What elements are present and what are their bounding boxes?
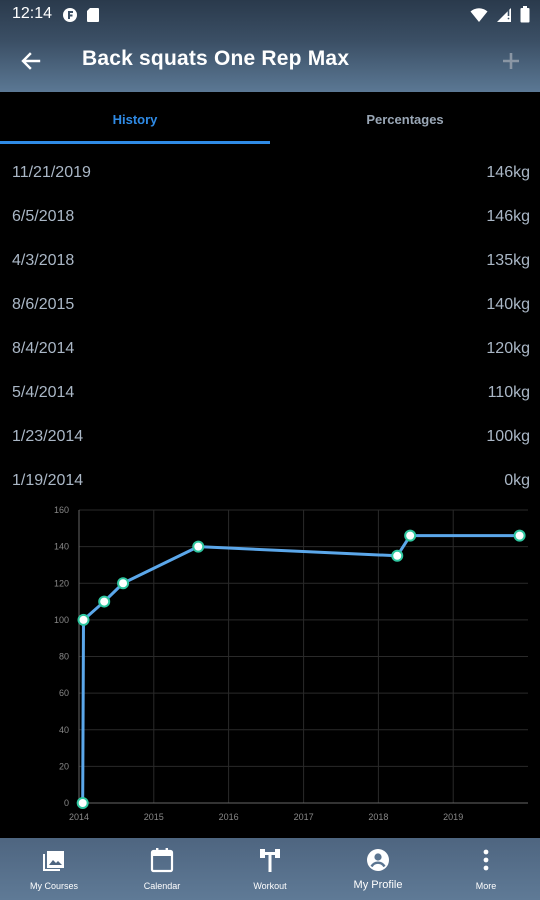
calendar-icon (150, 848, 174, 873)
x-tick-label: 2014 (69, 812, 89, 822)
status-bar: 12:14 (0, 0, 540, 30)
workout-icon (260, 849, 280, 872)
status-time: 12:14 (12, 5, 53, 22)
page-title: Back squats One Rep Max (82, 47, 350, 70)
history-date: 11/21/2019 (12, 164, 91, 181)
x-tick-label: 2018 (368, 812, 388, 822)
x-tick-label: 2016 (219, 812, 239, 822)
nav-my-courses[interactable]: My Courses (0, 838, 108, 900)
x-tick-label: 2017 (294, 812, 314, 822)
history-value: 100kg (486, 428, 530, 445)
back-button[interactable] (14, 44, 48, 78)
plus-icon (503, 53, 519, 69)
history-date: 5/4/2014 (12, 384, 75, 401)
y-tick-label: 80 (59, 652, 69, 662)
history-value: 110kg (487, 384, 530, 401)
nav-label: Workout (253, 881, 287, 891)
tab-indicator (0, 141, 270, 144)
battery-icon (520, 6, 530, 28)
header: 12:14 Back squats One Rep Max (0, 0, 540, 92)
data-point (391, 549, 404, 562)
y-tick-label: 40 (59, 725, 69, 735)
history-row[interactable]: 8/4/2014 120kg (0, 328, 540, 372)
data-point (404, 529, 417, 542)
tab-history[interactable]: History (0, 92, 270, 146)
y-tick-label: 20 (59, 761, 69, 771)
y-tick-label: 120 (54, 578, 69, 588)
arrow-left-icon (21, 52, 41, 70)
data-point (513, 529, 526, 542)
history-row[interactable]: 11/21/2019 146kg (0, 152, 540, 196)
bottom-nav: My Courses Calendar Workout My Profile M… (0, 838, 540, 900)
history-value: 120kg (486, 340, 530, 357)
nav-label: My Profile (353, 879, 403, 891)
profile-icon (367, 849, 389, 871)
history-date: 8/4/2014 (12, 340, 75, 357)
y-tick-label: 60 (59, 688, 69, 698)
y-tick-label: 100 (54, 615, 69, 625)
y-tick-label: 140 (54, 542, 69, 552)
series-line (81, 534, 520, 804)
history-value: 135kg (486, 252, 530, 269)
image-icon (43, 851, 64, 871)
nav-label: Calendar (143, 881, 181, 891)
signal-icon (496, 7, 512, 28)
history-row[interactable]: 5/4/2014 110kg (0, 372, 540, 416)
history-value: 140kg (486, 296, 530, 313)
history-date: 4/3/2018 (12, 252, 75, 269)
history-row[interactable]: 1/23/2014 100kg (0, 416, 540, 460)
y-tick-label: 160 (54, 505, 69, 515)
data-point (76, 797, 89, 809)
sd-card-icon (86, 7, 100, 28)
tab-bar: History Percentages (0, 92, 540, 146)
data-point (192, 540, 205, 553)
x-tick-label: 2019 (443, 812, 463, 822)
nav-my-profile[interactable]: My Profile (324, 838, 432, 900)
history-row[interactable]: 8/6/2015 140kg (0, 284, 540, 328)
history-row[interactable]: 1/19/2014 0kg (0, 460, 540, 504)
add-button[interactable] (494, 44, 528, 78)
x-tick-label: 2015 (144, 812, 164, 822)
nav-label: My Courses (29, 881, 78, 891)
history-list: 11/21/2019 146kg 6/5/2018 146kg 4/3/2018… (0, 152, 540, 504)
wifi-icon (470, 7, 488, 28)
more-vertical-icon (483, 849, 489, 871)
history-chart: 0 20 40 60 80 100 120 140 160 2014 2015 2016 2017 201… (0, 500, 540, 830)
nav-calendar[interactable]: Calendar (108, 838, 216, 900)
history-row[interactable]: 6/5/2018 146kg (0, 196, 540, 240)
nav-workout[interactable]: Workout (216, 838, 324, 900)
history-date: 6/5/2018 (12, 208, 75, 225)
nav-label: More (475, 881, 497, 891)
y-tick-label: 0 (64, 798, 69, 808)
nav-more[interactable]: More (432, 838, 540, 900)
app-notification-icon (62, 7, 78, 28)
history-row[interactable]: 4/3/2018 135kg (0, 240, 540, 284)
tab-percentages[interactable]: Percentages (270, 92, 540, 146)
history-date: 1/23/2014 (12, 428, 84, 445)
history-date: 8/6/2015 (12, 296, 75, 313)
history-chart-svg: 0 20 40 60 80 100 120 140 160 2014 2015 2016 2017 201… (54, 505, 528, 822)
history-date: 1/19/2014 (12, 472, 84, 489)
data-point (98, 595, 111, 608)
data-point (77, 613, 90, 626)
history-value: 146kg (486, 208, 530, 225)
history-value: 146kg (486, 164, 530, 181)
data-point (117, 577, 130, 590)
history-value: 0kg (504, 472, 530, 489)
app-bar: Back squats One Rep Max (0, 30, 540, 92)
